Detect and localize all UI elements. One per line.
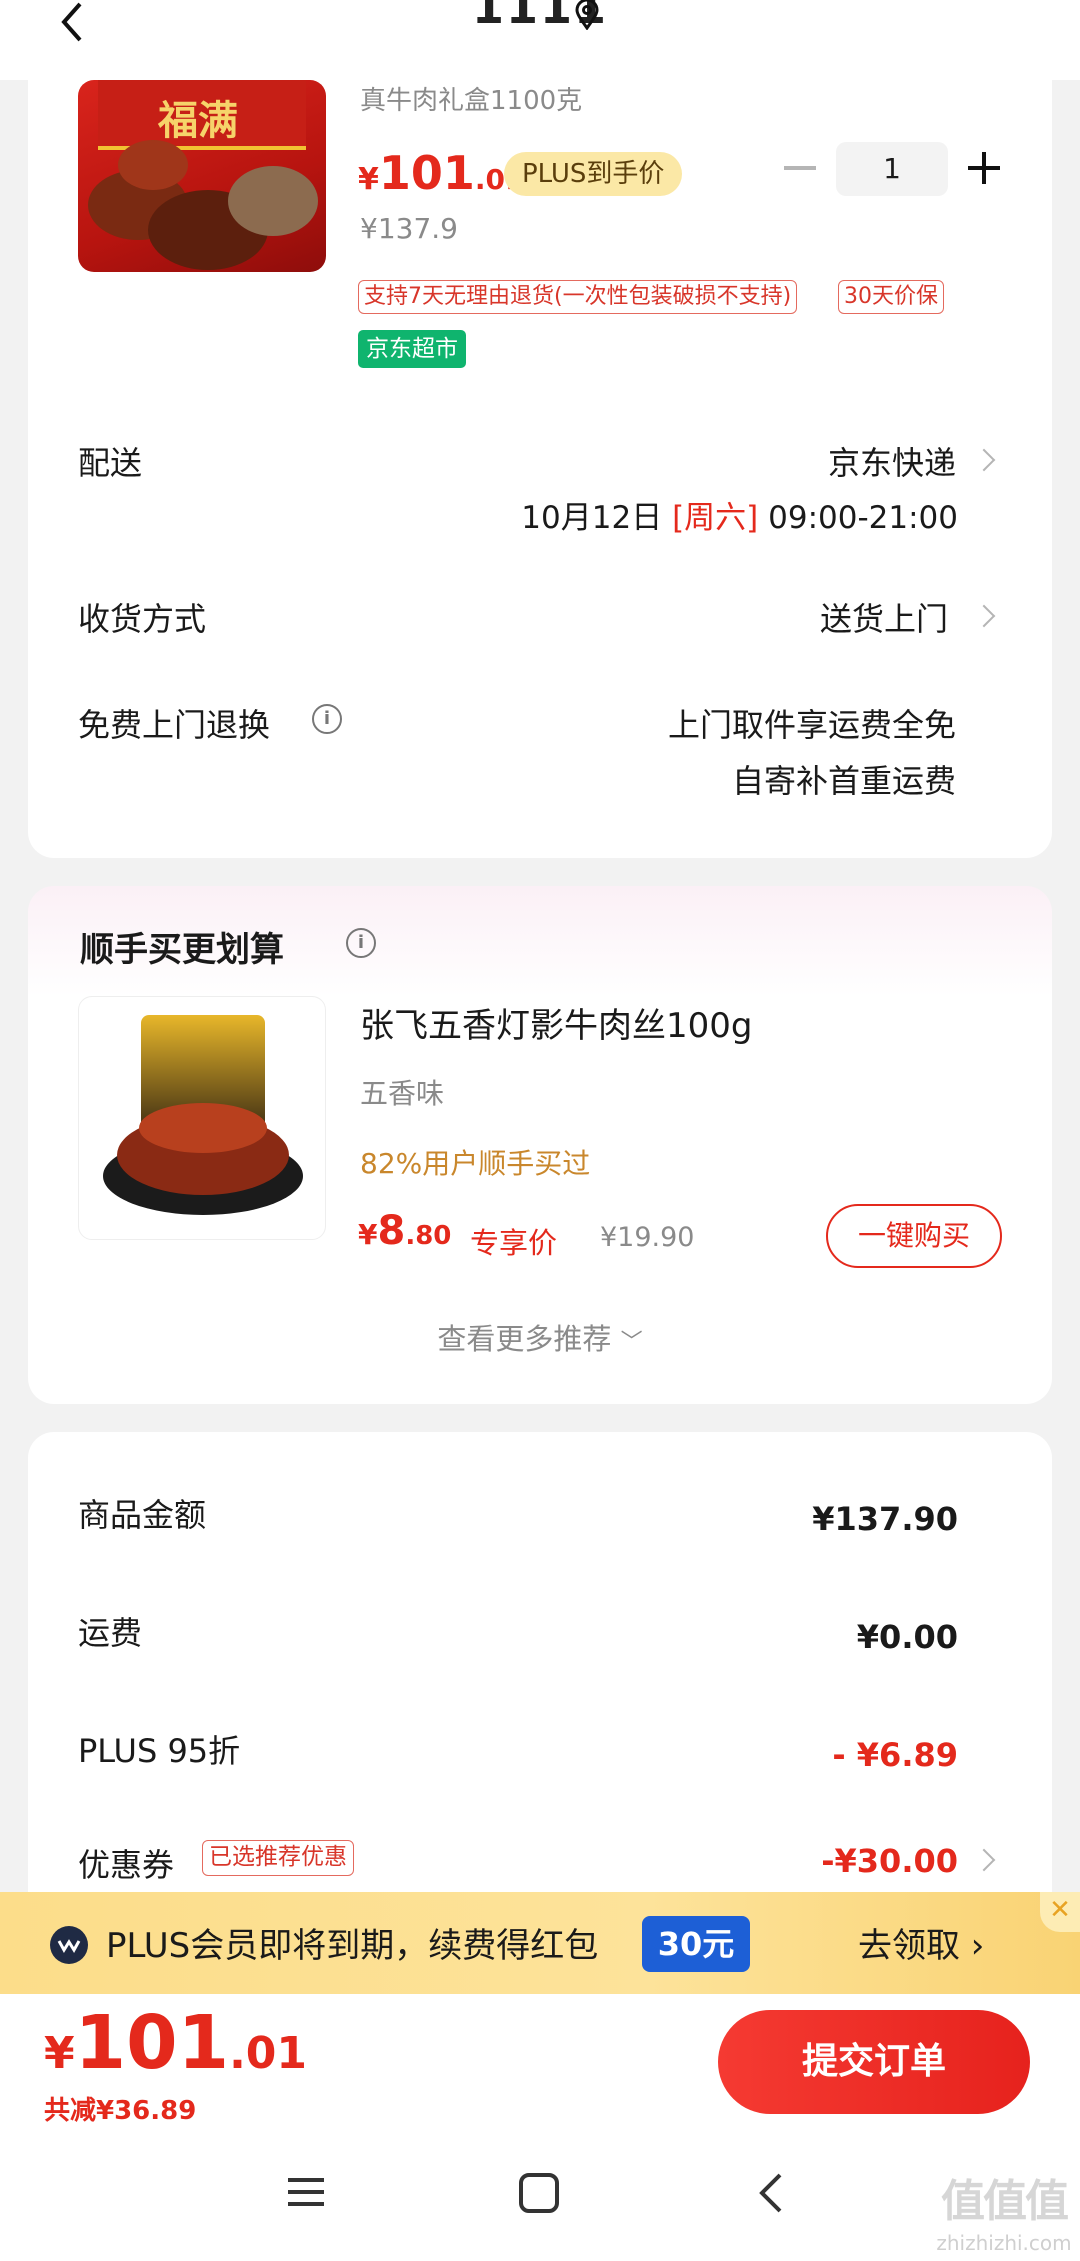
top-header: 1111 [0, 0, 1080, 80]
free-return-line1: 上门取件享运费全免 [667, 706, 956, 744]
receive-method-value[interactable]: 送货上门 [820, 594, 948, 640]
recommend-social-proof: 82%用户顺手买过 [360, 1147, 591, 1180]
close-icon[interactable]: ✕ [1040, 1892, 1080, 1932]
info-icon[interactable]: i [312, 704, 342, 734]
quantity-input[interactable]: 1 [836, 142, 948, 196]
free-return-label: 免费上门退换 [78, 706, 271, 744]
summary-value-coupon[interactable]: -¥30.00 [821, 1842, 958, 1880]
plus-renew-banner[interactable]: PLUS会员即将到期，续费得红包 30元 去领取 › ✕ [0, 1892, 1080, 1994]
quantity-decrease-button[interactable] [784, 166, 816, 170]
price-protect-tag: 30天价保 [838, 280, 944, 314]
product-image-beef-jerky[interactable] [78, 996, 326, 1240]
watermark: 值值值 zhizhizhi.com [936, 2176, 1072, 2255]
recommend-title: 顺手买更划算 [80, 930, 284, 970]
nav-back-icon[interactable] [756, 2172, 786, 2214]
more-recommend-link[interactable]: 查看更多推荐 ﹀ [0, 1316, 1080, 1358]
banner-claim-link[interactable]: 去领取 › [858, 1918, 984, 1967]
plus-price-tag: PLUS到手价 [504, 152, 683, 196]
coupon-tag: 已选推荐优惠 [202, 1840, 354, 1876]
summary-value-plus: - ¥6.89 [832, 1736, 958, 1774]
menu-icon[interactable] [286, 2172, 326, 2212]
product-name: 真牛肉礼盒1100克 [360, 86, 583, 116]
jd-supermarket-tag: 京东超市 [358, 330, 466, 368]
home-icon[interactable] [518, 2172, 560, 2214]
banner-amount-badge: 30元 [642, 1916, 750, 1972]
location-pin-icon[interactable] [572, 0, 602, 30]
banner-text: PLUS会员即将到期，续费得红包 [106, 1926, 599, 1966]
summary-value-shipping: ¥0.00 [856, 1618, 958, 1656]
recommend-product-spec: 五香味 [360, 1077, 445, 1110]
exclusive-price-label: 专享价 [470, 1226, 558, 1260]
plus-crown-icon [50, 1926, 88, 1964]
summary-label-coupon: 优惠券 [78, 1846, 175, 1884]
summary-label-shipping: 运费 [78, 1614, 143, 1652]
free-return-line2: 自寄补首重运费 [731, 762, 956, 800]
delivery-carrier[interactable]: 京东快递 [828, 438, 956, 484]
delivery-time[interactable]: 10月12日 [周六] 09:00-21:00 [521, 492, 958, 537]
recommend-product-name[interactable]: 张飞五香灯影牛肉丝100g [360, 998, 752, 1047]
summary-label-goods: 商品金额 [78, 1496, 207, 1534]
total-saved: 共减¥36.89 [44, 2096, 197, 2126]
recommend-original-price: ¥19.90 [600, 1222, 695, 1253]
recommend-price: ¥8.80 [358, 1208, 452, 1254]
submit-order-button[interactable]: 提交订单 [718, 2010, 1030, 2114]
total-price: ¥101.01 [44, 2000, 308, 2086]
info-icon[interactable]: i [346, 928, 376, 958]
original-price: ¥137.9 [360, 212, 458, 245]
quantity-increase-button[interactable] [968, 152, 1000, 184]
summary-value-goods: ¥137.90 [812, 1500, 958, 1538]
delivery-label: 配送 [78, 444, 143, 482]
chevron-down-icon: ﹀ [620, 1330, 643, 1355]
summary-label-plus: PLUS 95折 [78, 1732, 241, 1770]
receive-method-label: 收货方式 [78, 600, 207, 638]
product-image-beef-gift-box[interactable]: 福满 [78, 80, 326, 272]
return-policy-tag: 支持7天无理由退货(一次性包装破损不支持) [358, 280, 798, 314]
product-price: ¥101.01 [358, 146, 525, 200]
one-click-buy-button[interactable]: 一键购买 [826, 1204, 1002, 1268]
page-title: 1111 [471, 0, 609, 34]
